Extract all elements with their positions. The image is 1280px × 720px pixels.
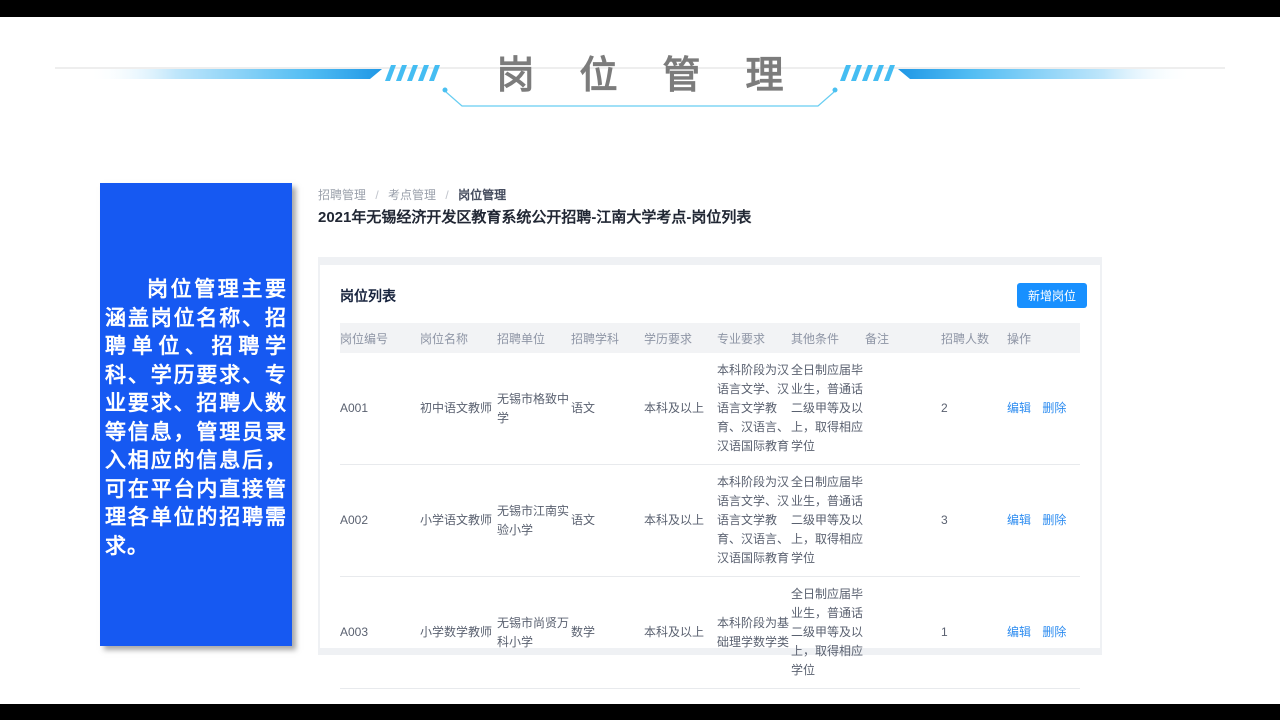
cell-major: 本科阶段为汉语言文学、汉语言文学教育、汉语言、汉语国际教育 xyxy=(717,465,791,577)
cell-major: 本科阶段为基础理学数学类 xyxy=(717,577,791,689)
col-header-remark: 备注 xyxy=(865,323,941,353)
delete-link[interactable]: 删除 xyxy=(1042,401,1066,415)
col-header-count: 招聘人数 xyxy=(941,323,1007,353)
col-header-subject: 招聘学科 xyxy=(571,323,644,353)
position-list-card: 岗位列表 新增岗位 岗位编号 岗位名称 招聘单位 招聘学科 学历要求 专业要求 … xyxy=(320,265,1100,648)
breadcrumb-item-position: 岗位管理 xyxy=(458,188,506,202)
breadcrumb-item-site[interactable]: 考点管理 xyxy=(388,188,436,202)
page-title: 2021年无锡经济开发区教育系统公开招聘-江南大学考点-岗位列表 xyxy=(318,206,751,227)
breadcrumb: 招聘管理 / 考点管理 / 岗位管理 xyxy=(318,186,506,203)
cell-actions: 编辑 删除 xyxy=(1007,353,1080,465)
note-box: 岗位管理主要涵盖岗位名称、招聘单位、招聘学科、学历要求、专业要求、招聘人数等信息… xyxy=(100,183,292,646)
cell-name: 小学语文教师 xyxy=(420,465,497,577)
edit-link[interactable]: 编辑 xyxy=(1007,401,1031,415)
delete-link[interactable]: 删除 xyxy=(1042,513,1066,527)
breadcrumb-separator: / xyxy=(445,188,448,202)
table-row: A002 小学语文教师 无锡市江南实验小学 语文 本科及以上 本科阶段为汉语言文… xyxy=(340,465,1080,577)
col-header-major: 专业要求 xyxy=(717,323,791,353)
top-black-bar xyxy=(0,0,1280,17)
cell-code: A001 xyxy=(340,353,420,465)
table-header-row: 岗位编号 岗位名称 招聘单位 招聘学科 学历要求 专业要求 其他条件 备注 招聘… xyxy=(340,323,1080,353)
cell-subject: 数学 xyxy=(571,577,644,689)
cell-code: A003 xyxy=(340,577,420,689)
cell-remark xyxy=(865,465,941,577)
cell-code: A002 xyxy=(340,465,420,577)
cell-name: 初中语文教师 xyxy=(420,353,497,465)
cell-degree: 本科及以上 xyxy=(644,353,717,465)
cell-other: 全日制应届毕业生，普通话二级甲等及以上，取得相应学位 xyxy=(791,577,865,689)
cell-major: 本科阶段为汉语言文学、汉语言文学教育、汉语言、汉语国际教育 xyxy=(717,353,791,465)
cell-actions: 编辑 删除 xyxy=(1007,577,1080,689)
cell-degree: 本科及以上 xyxy=(644,577,717,689)
cell-count: 1 xyxy=(941,577,1007,689)
breadcrumb-item-recruit[interactable]: 招聘管理 xyxy=(318,188,366,202)
breadcrumb-separator: / xyxy=(375,188,378,202)
cell-count: 2 xyxy=(941,353,1007,465)
slide-title: 岗位管理 xyxy=(0,52,1280,100)
card-title: 岗位列表 xyxy=(340,286,396,306)
card-header: 岗位列表 新增岗位 xyxy=(320,265,1100,323)
add-position-button[interactable]: 新增岗位 xyxy=(1017,283,1087,308)
edit-link[interactable]: 编辑 xyxy=(1007,625,1031,639)
note-text: 岗位管理主要涵盖岗位名称、招聘单位、招聘学科、学历要求、专业要求、招聘人数等信息… xyxy=(100,183,292,560)
col-header-other: 其他条件 xyxy=(791,323,865,353)
cell-other: 全日制应届毕业生，普通话二级甲等及以上，取得相应学位 xyxy=(791,353,865,465)
cell-subject: 语文 xyxy=(571,353,644,465)
cell-remark xyxy=(865,353,941,465)
bottom-black-bar xyxy=(0,704,1280,720)
delete-link[interactable]: 删除 xyxy=(1042,625,1066,639)
col-header-degree: 学历要求 xyxy=(644,323,717,353)
cell-unit: 无锡市尚贤万科小学 xyxy=(497,577,571,689)
cell-name: 小学数学教师 xyxy=(420,577,497,689)
table-row: A003 小学数学教师 无锡市尚贤万科小学 数学 本科及以上 本科阶段为基础理学… xyxy=(340,577,1080,689)
col-header-code: 岗位编号 xyxy=(340,323,420,353)
edit-link[interactable]: 编辑 xyxy=(1007,513,1031,527)
table-row: A001 初中语文教师 无锡市格致中学 语文 本科及以上 本科阶段为汉语言文学、… xyxy=(340,353,1080,465)
col-header-actions: 操作 xyxy=(1007,323,1080,353)
positions-table: 岗位编号 岗位名称 招聘单位 招聘学科 学历要求 专业要求 其他条件 备注 招聘… xyxy=(340,323,1080,689)
cell-actions: 编辑 删除 xyxy=(1007,465,1080,577)
cell-degree: 本科及以上 xyxy=(644,465,717,577)
cell-count: 3 xyxy=(941,465,1007,577)
cell-unit: 无锡市江南实验小学 xyxy=(497,465,571,577)
col-header-name: 岗位名称 xyxy=(420,323,497,353)
cell-remark xyxy=(865,577,941,689)
cell-unit: 无锡市格致中学 xyxy=(497,353,571,465)
col-header-unit: 招聘单位 xyxy=(497,323,571,353)
cell-other: 全日制应届毕业生，普通话二级甲等及以上，取得相应学位 xyxy=(791,465,865,577)
cell-subject: 语文 xyxy=(571,465,644,577)
